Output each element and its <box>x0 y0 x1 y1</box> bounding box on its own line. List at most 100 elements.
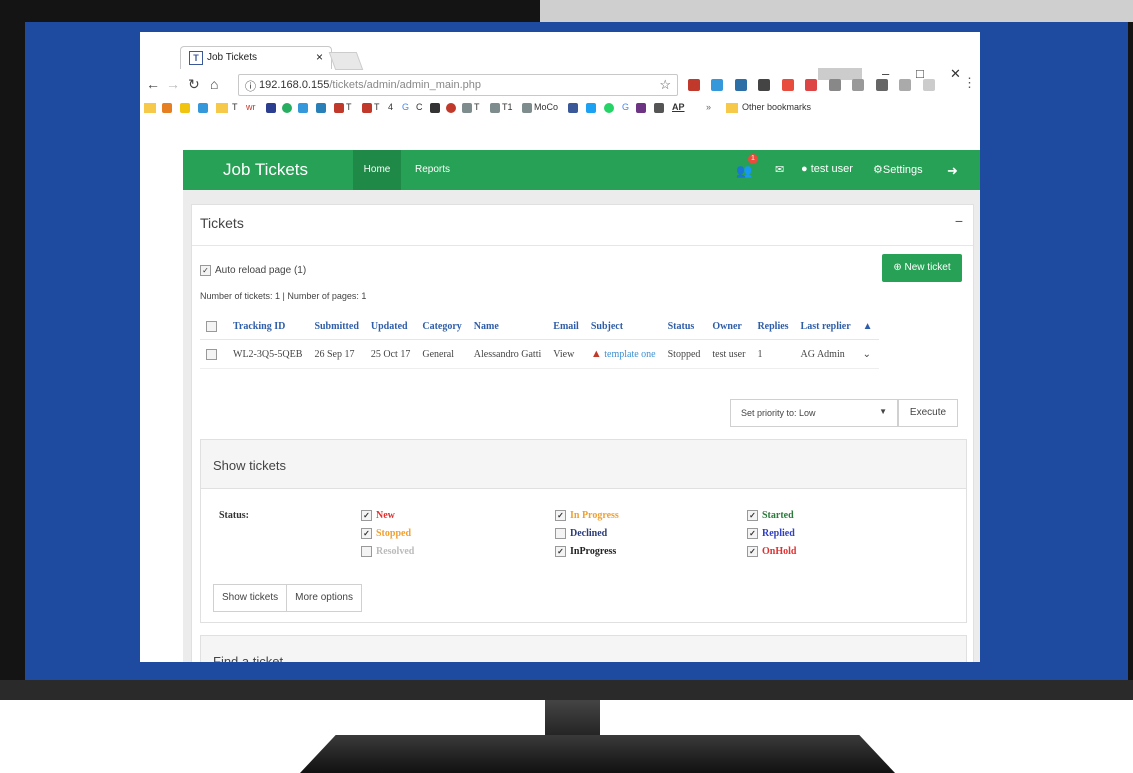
apple-icon[interactable] <box>430 102 440 113</box>
status-filter-replied[interactable]: ✓ Replied <box>747 528 795 540</box>
extension-icon[interactable] <box>922 78 935 91</box>
settings-menu[interactable]: ⚙Settings <box>873 163 923 176</box>
bookmark-icon[interactable] <box>282 102 292 113</box>
menu-icon[interactable]: ⋮ <box>963 75 976 91</box>
bookmark-icon[interactable] <box>316 102 326 113</box>
forward-icon[interactable]: → <box>166 76 180 92</box>
back-icon[interactable]: ← <box>146 76 160 92</box>
chevron-down-icon[interactable]: ⌄ <box>856 339 879 369</box>
bookmark-item[interactable]: T <box>462 102 480 113</box>
extension-icon[interactable] <box>852 78 865 91</box>
status-filter-declined[interactable]: Declined <box>555 528 607 540</box>
browser-tab[interactable]: T Job Tickets × <box>180 46 332 69</box>
col-category[interactable]: Category <box>416 313 468 340</box>
status-filter-new[interactable]: ✓ New <box>361 510 395 522</box>
auto-reload-toggle[interactable]: ✓ Auto reload page (1) <box>200 265 306 276</box>
bookmark-item[interactable]: T <box>334 102 352 113</box>
col-replies[interactable]: Replies <box>751 313 795 340</box>
bookmark-icon[interactable] <box>266 102 276 113</box>
bookmark-item[interactable]: MoCo <box>522 102 558 113</box>
col-email[interactable]: Email <box>547 313 585 340</box>
nav-reports[interactable]: Reports <box>415 164 450 175</box>
priority-select[interactable]: Set priority to: Low ▼ <box>730 399 898 427</box>
bookmark-icon[interactable] <box>180 102 190 113</box>
status-filter-in-progress[interactable]: ✓ In Progress <box>555 510 619 522</box>
checkbox[interactable]: ✓ <box>200 265 211 276</box>
info-icon[interactable]: ⓘ <box>245 78 256 94</box>
app-brand[interactable]: Job Tickets <box>223 160 308 180</box>
col-updated[interactable]: Updated <box>364 313 417 340</box>
extension-icon[interactable] <box>734 78 747 91</box>
checkbox[interactable]: ✓ <box>555 546 566 558</box>
checkbox[interactable] <box>555 528 566 540</box>
extension-icon[interactable] <box>828 78 841 91</box>
bookmark-item[interactable]: G <box>402 102 409 112</box>
select-all-checkbox[interactable] <box>206 320 217 332</box>
extension-icon[interactable] <box>899 78 912 91</box>
address-bar[interactable]: ⓘ 192.168.0.155/tickets/admin/admin_main… <box>238 74 678 96</box>
new-ticket-button[interactable]: ⊕ New ticket <box>882 254 962 282</box>
extension-icon[interactable] <box>875 78 888 91</box>
nav-home[interactable]: Home <box>353 150 401 190</box>
status-filter-resolved[interactable]: Resolved <box>361 546 414 558</box>
checkbox[interactable]: ✓ <box>361 510 372 522</box>
tracking-id-link[interactable]: WL2-3Q5-5QEB <box>227 339 309 369</box>
bookmark-item[interactable]: AP <box>672 102 685 112</box>
checkbox[interactable]: ✓ <box>555 510 566 522</box>
new-tab-button[interactable] <box>328 52 364 70</box>
bookmark-item[interactable]: T <box>216 102 238 113</box>
sort-up-icon[interactable]: ▲ <box>856 313 879 340</box>
bookmark-item[interactable]: C <box>416 102 423 112</box>
bookmark-icon[interactable] <box>654 102 664 113</box>
status-filter-stopped[interactable]: ✓ Stopped <box>361 528 411 540</box>
row-checkbox[interactable] <box>206 348 217 360</box>
col-last-replier[interactable]: Last replier <box>794 313 857 340</box>
status-filter-started[interactable]: ✓ Started <box>747 510 794 522</box>
checkbox[interactable]: ✓ <box>361 528 372 540</box>
mail-icon[interactable]: ✉ <box>775 163 784 176</box>
extension-icon[interactable] <box>688 78 700 91</box>
bookmark-item[interactable]: wr <box>246 102 256 112</box>
bookmark-icon[interactable] <box>198 102 208 113</box>
col-name[interactable]: Name <box>467 313 548 340</box>
more-options-button[interactable]: More options <box>287 585 361 611</box>
subject-link[interactable]: template one <box>604 349 655 360</box>
execute-button[interactable]: Execute <box>898 399 958 427</box>
minimize-panel-icon[interactable]: − <box>955 213 963 229</box>
twitter-icon[interactable] <box>586 102 596 113</box>
show-tickets-button[interactable]: Show tickets <box>214 585 288 611</box>
facebook-icon[interactable] <box>568 102 578 113</box>
google-icon[interactable]: G <box>622 102 629 112</box>
status-filter-onhold[interactable]: ✓ OnHold <box>747 546 796 558</box>
col-subject[interactable]: Subject <box>584 313 662 340</box>
checkbox[interactable] <box>361 546 372 558</box>
apps-icon[interactable] <box>162 102 172 113</box>
bookmark-item[interactable]: 4 <box>388 102 393 112</box>
users-icon[interactable]: 👥 <box>736 163 752 179</box>
bookmark-item[interactable]: T <box>362 102 380 113</box>
checkbox[interactable]: ✓ <box>747 510 758 522</box>
user-menu[interactable]: ● test user <box>801 163 853 175</box>
extension-icon[interactable] <box>711 78 724 91</box>
bookmark-star-icon[interactable]: ☆ <box>659 77 671 93</box>
status-filter-inprogress[interactable]: ✓ InProgress <box>555 546 616 558</box>
reload-icon[interactable]: ↻ <box>188 76 200 93</box>
extension-icon[interactable] <box>758 78 771 91</box>
bookmark-item[interactable]: T1 <box>490 102 513 113</box>
extension-icon[interactable] <box>805 78 818 91</box>
col-owner[interactable]: Owner <box>706 313 752 340</box>
more-bookmarks-icon[interactable]: » <box>706 102 711 112</box>
col-submitted[interactable]: Submitted <box>308 313 365 340</box>
email-view-link[interactable]: View <box>547 339 585 369</box>
close-tab-icon[interactable]: × <box>316 50 323 64</box>
other-bookmarks[interactable]: Other bookmarks <box>726 102 811 113</box>
folder-icon[interactable] <box>144 102 156 113</box>
home-icon[interactable]: ⌂ <box>210 76 218 92</box>
yahoo-icon[interactable] <box>636 102 646 113</box>
bookmark-icon[interactable] <box>446 102 456 113</box>
checkbox[interactable]: ✓ <box>747 546 758 558</box>
col-status[interactable]: Status <box>661 313 707 340</box>
col-tracking-id[interactable]: Tracking ID <box>227 313 309 340</box>
bookmark-icon[interactable] <box>298 102 308 113</box>
whatsapp-icon[interactable] <box>604 102 614 113</box>
